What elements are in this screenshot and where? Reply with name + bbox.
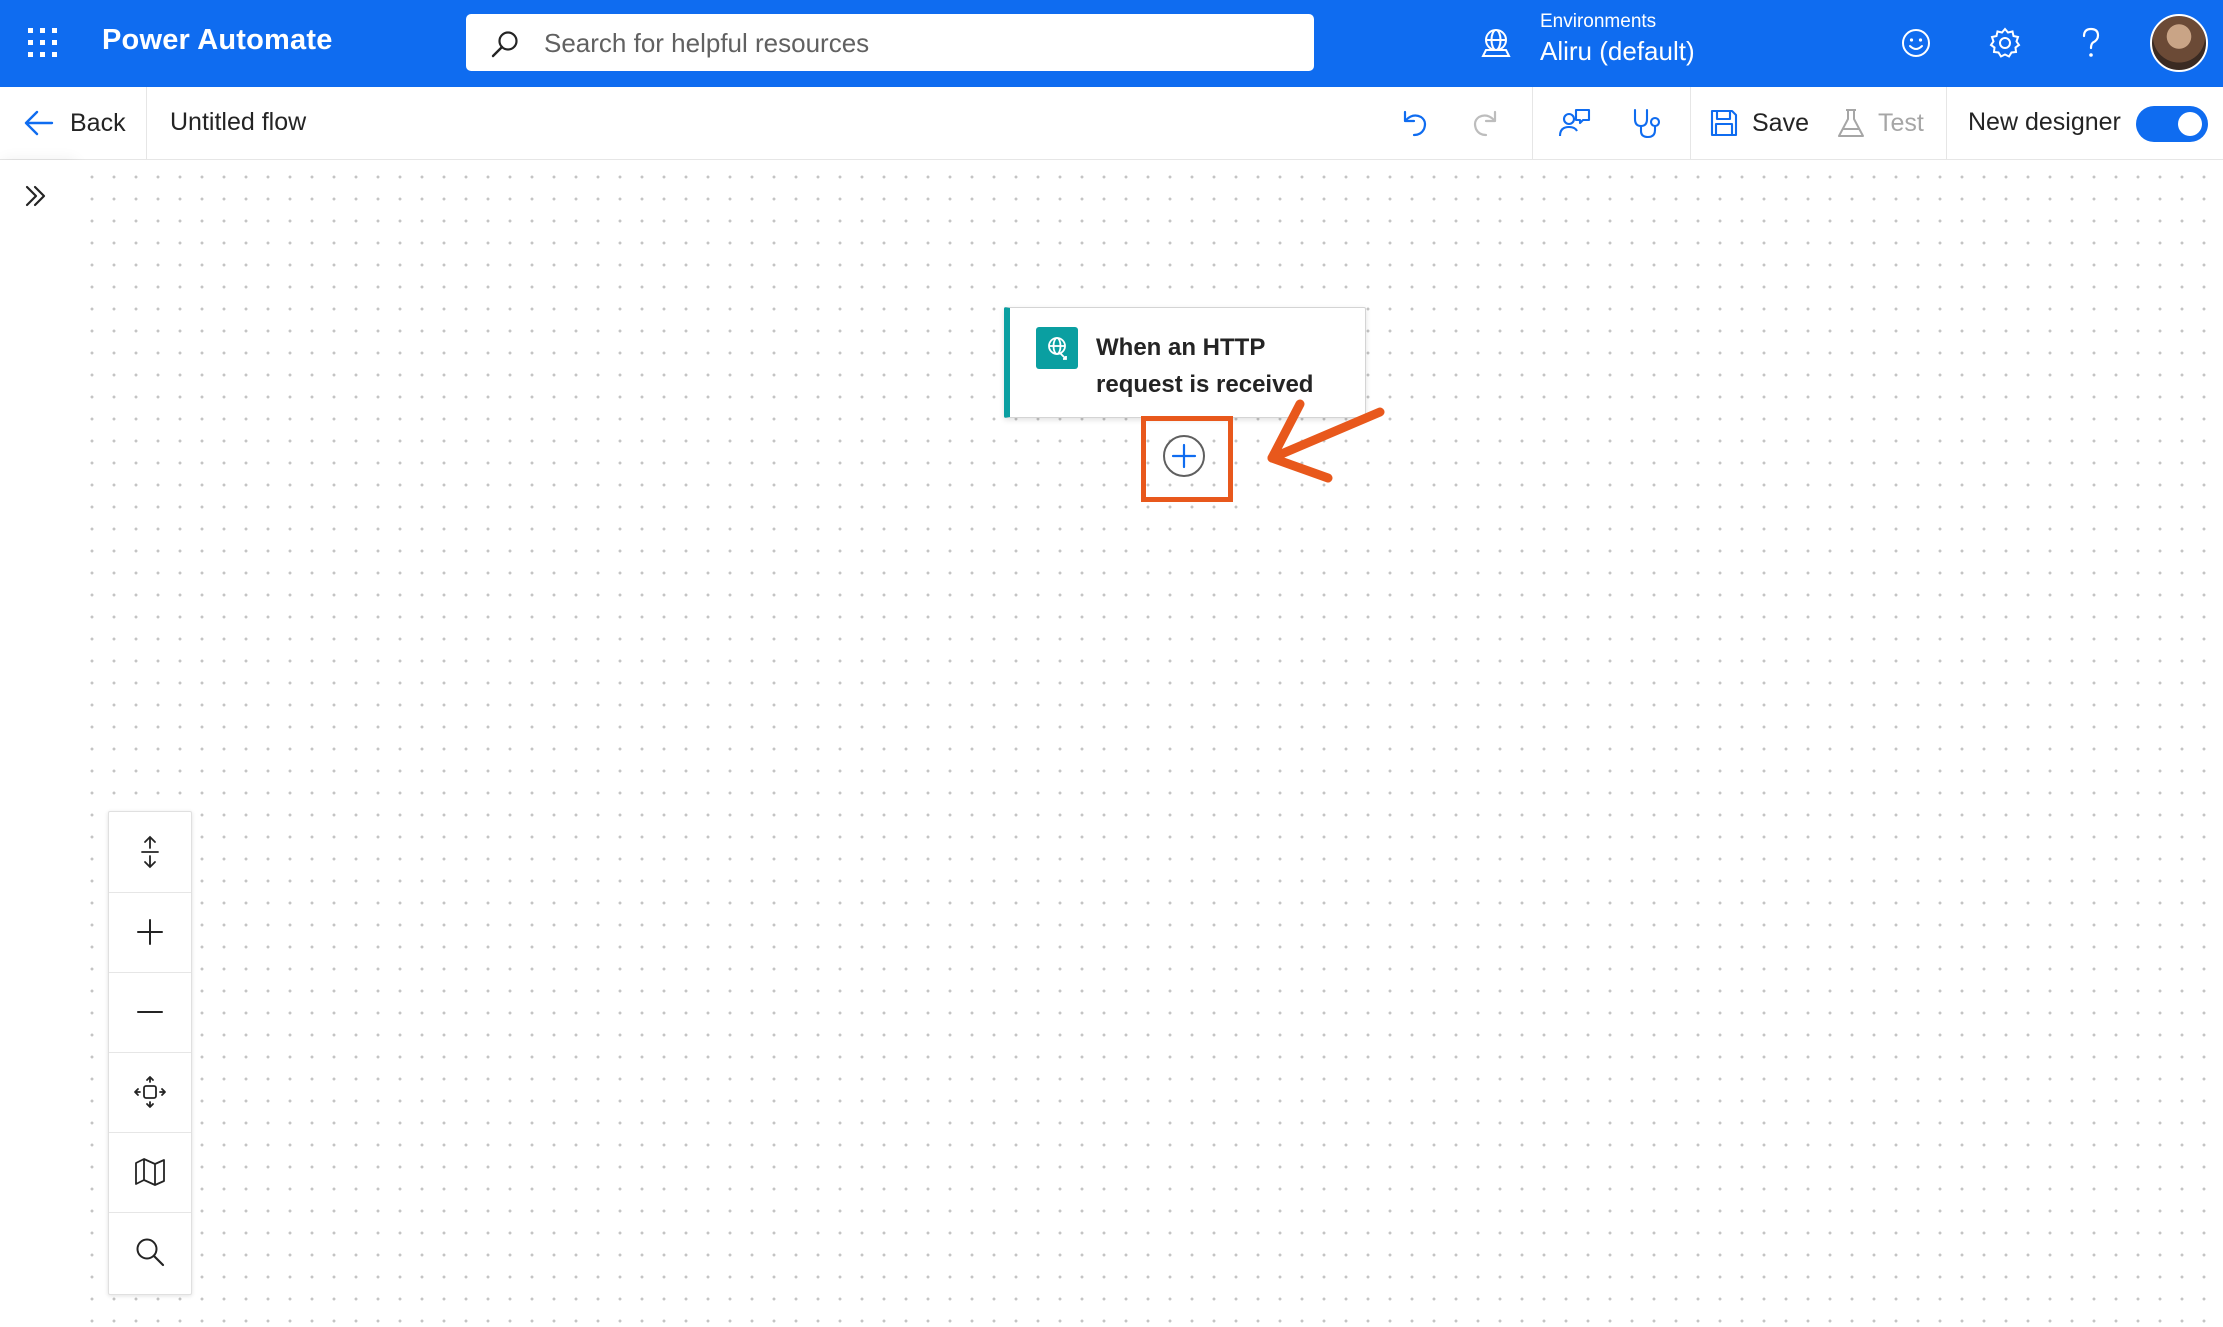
redo-button[interactable] (1466, 103, 1506, 143)
minimap-button[interactable] (109, 1132, 191, 1212)
redo-icon (1473, 110, 1497, 137)
divider (1690, 87, 1691, 159)
highlight-box (1141, 416, 1233, 502)
feedback-smiley-icon[interactable] (1897, 24, 1935, 62)
app-title[interactable]: Power Automate (102, 24, 333, 57)
divider (1532, 87, 1533, 159)
save-disk-icon (1710, 109, 1738, 137)
environment-selector[interactable]: Aliru (default) (1540, 36, 1695, 67)
flask-icon (1838, 109, 1864, 137)
search-box[interactable]: Search for helpful resources (466, 14, 1314, 71)
canvas-controls (108, 811, 192, 1295)
annotation-arrow-icon (1267, 399, 1385, 483)
minimap-icon (135, 1158, 165, 1186)
back-button[interactable]: Back (22, 105, 126, 141)
new-designer-toggle[interactable] (2136, 106, 2208, 142)
copilot-button[interactable] (1554, 103, 1594, 143)
search-icon (136, 1238, 165, 1267)
test-label: Test (1878, 108, 1924, 137)
app-header: Power Automate Search for helpful resour… (0, 0, 2223, 87)
zoom-in-button[interactable] (109, 892, 191, 972)
search-icon (491, 31, 518, 58)
help-icon[interactable] (2072, 24, 2110, 62)
search-input[interactable]: Search for helpful resources (544, 28, 869, 59)
back-arrow-icon (24, 110, 54, 136)
test-button[interactable]: Test (1836, 103, 1924, 143)
environment-icon[interactable] (1478, 26, 1514, 62)
zoom-out-icon (137, 1011, 163, 1013)
user-avatar[interactable] (2150, 14, 2208, 72)
undo-icon (1403, 110, 1427, 137)
http-request-icon (1036, 327, 1078, 369)
toggle-knob (2178, 112, 2202, 136)
side-rail (0, 160, 73, 1327)
flow-checker-button[interactable] (1626, 103, 1666, 143)
undo-button[interactable] (1394, 103, 1434, 143)
zoom-in-icon (137, 919, 163, 945)
trigger-title: When an HTTP request is received (1096, 334, 1314, 398)
divider (146, 87, 147, 159)
command-bar: Back Untitled flow Save Test New designe… (0, 87, 2223, 160)
save-button[interactable]: Save (1708, 103, 1809, 143)
save-label: Save (1752, 108, 1809, 137)
app-launcher-icon[interactable] (26, 26, 60, 60)
expand-panel-icon[interactable] (20, 180, 52, 212)
search-canvas-button[interactable] (109, 1212, 191, 1292)
fit-vertical-icon (141, 835, 159, 869)
environment-label: Environments (1540, 11, 1657, 32)
divider (1946, 87, 1947, 159)
stethoscope-icon (1633, 108, 1661, 139)
fit-vertical-button[interactable] (109, 812, 191, 892)
assistant-chat-icon (1558, 108, 1591, 137)
settings-gear-icon[interactable] (1986, 24, 2024, 62)
fit-view-icon (134, 1076, 166, 1108)
back-label: Back (70, 108, 126, 137)
new-designer-label: New designer (1968, 108, 2121, 136)
zoom-out-button[interactable] (109, 972, 191, 1052)
flow-name[interactable]: Untitled flow (170, 108, 306, 137)
fit-view-button[interactable] (109, 1052, 191, 1132)
